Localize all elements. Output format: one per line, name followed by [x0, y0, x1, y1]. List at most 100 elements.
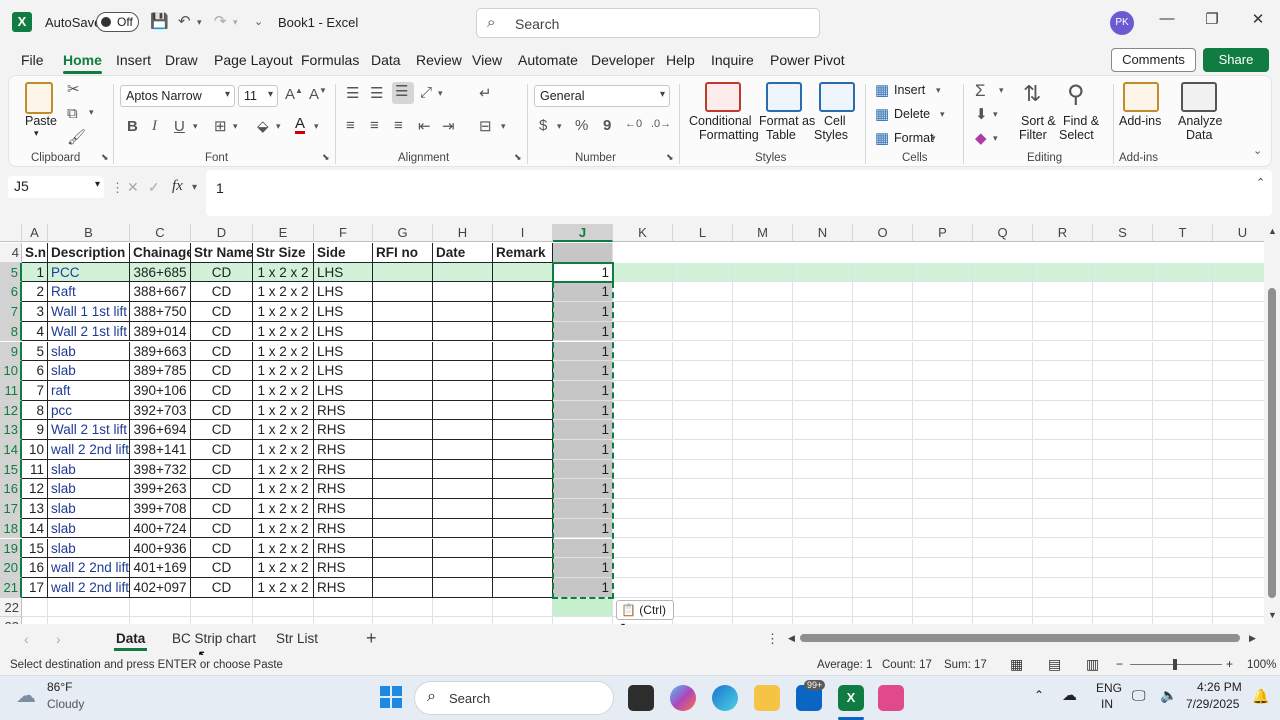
grid-cell[interactable]: [793, 321, 853, 342]
tab-page-layout[interactable]: Page Layout: [214, 52, 293, 68]
zoom-out-icon[interactable]: −: [1116, 657, 1123, 671]
grid-cell[interactable]: [613, 440, 673, 460]
table-cell[interactable]: [493, 518, 553, 539]
table-cell[interactable]: [433, 558, 493, 578]
grid-cell[interactable]: [1153, 282, 1213, 303]
grid-cell[interactable]: [733, 617, 793, 624]
table-cell[interactable]: [373, 577, 433, 598]
horizontal-scroll-thumb[interactable]: [800, 634, 1240, 642]
zoom-level[interactable]: 100%: [1247, 659, 1276, 671]
percent-icon[interactable]: %: [575, 117, 588, 134]
grid-cell[interactable]: [673, 341, 733, 362]
grid-cell[interactable]: [973, 262, 1033, 283]
table-cell[interactable]: 5: [22, 341, 48, 362]
table-cell[interactable]: CD: [191, 341, 253, 362]
grid-cell[interactable]: [853, 420, 913, 440]
display-icon[interactable]: 🖵: [1132, 687, 1146, 704]
table-header-cell[interactable]: Description: [48, 243, 130, 263]
table-cell[interactable]: 1 x 2 x 2: [253, 341, 314, 362]
row-header[interactable]: 19: [0, 538, 22, 559]
grid-cell[interactable]: [793, 380, 853, 401]
table-cell[interactable]: Wall 1 1st lift: [48, 302, 130, 322]
grid-cell[interactable]: [673, 380, 733, 401]
grid-cell[interactable]: [733, 538, 793, 559]
grid-cell[interactable]: [1093, 341, 1153, 362]
grid-cell[interactable]: [613, 420, 673, 440]
grid-cell[interactable]: [853, 499, 913, 519]
grid-cell[interactable]: [913, 479, 973, 500]
grid-cell[interactable]: [1153, 262, 1213, 283]
table-cell[interactable]: 398+141: [130, 440, 191, 460]
clear-dropdown-icon[interactable]: ▾: [993, 133, 998, 144]
grid-cell[interactable]: [973, 577, 1033, 598]
table-cell[interactable]: CD: [191, 479, 253, 500]
grid-cell[interactable]: [733, 499, 793, 519]
grid-cell[interactable]: [1213, 361, 1264, 381]
status-sum[interactable]: Sum: 17: [944, 659, 987, 671]
table-cell[interactable]: 1 x 2 x 2: [253, 499, 314, 519]
grid-cell[interactable]: [493, 597, 553, 618]
grid-cell[interactable]: [973, 558, 1033, 578]
grid-cell[interactable]: [973, 538, 1033, 559]
grid-cell[interactable]: [733, 518, 793, 539]
table-cell[interactable]: 399+263: [130, 479, 191, 500]
table-cell[interactable]: [373, 518, 433, 539]
table-cell[interactable]: [433, 459, 493, 480]
grid-cell[interactable]: [1033, 341, 1093, 362]
grid-cell[interactable]: [913, 577, 973, 598]
grid-cell[interactable]: [913, 420, 973, 440]
align-left-icon[interactable]: ≡: [346, 117, 355, 134]
grid-cell[interactable]: [613, 400, 673, 421]
table-cell[interactable]: [373, 558, 433, 578]
grid-cell[interactable]: [853, 577, 913, 598]
analyze-data-icon[interactable]: [1181, 82, 1217, 112]
grid-cell[interactable]: [733, 558, 793, 578]
grid-cell[interactable]: [793, 538, 853, 559]
grid-cell[interactable]: [22, 597, 48, 618]
grid-cell[interactable]: [913, 302, 973, 322]
grid-cell[interactable]: [314, 617, 373, 624]
table-cell[interactable]: [373, 400, 433, 421]
merge-center-icon[interactable]: ⊟: [479, 117, 492, 135]
grid-cell[interactable]: [913, 282, 973, 303]
table-cell[interactable]: [433, 420, 493, 440]
table-cell[interactable]: 4: [22, 321, 48, 342]
table-cell[interactable]: CD: [191, 538, 253, 559]
row-header[interactable]: 5: [0, 262, 22, 283]
selected-cell-j[interactable]: 1: [553, 282, 613, 303]
grid-cell[interactable]: [1153, 617, 1213, 624]
clipboard-launcher-icon[interactable]: ⬊: [101, 152, 109, 163]
grid-cell[interactable]: [1033, 321, 1093, 342]
grid-cell[interactable]: [1213, 558, 1264, 578]
table-cell[interactable]: 1 x 2 x 2: [253, 538, 314, 559]
row-header[interactable]: 9: [0, 341, 22, 362]
table-cell[interactable]: RHS: [314, 499, 373, 519]
table-cell[interactable]: [433, 440, 493, 460]
grid-cell[interactable]: [613, 341, 673, 362]
paste-dropdown-icon[interactable]: ▾: [34, 128, 39, 139]
grid-cell[interactable]: [973, 420, 1033, 440]
grid-cell[interactable]: [853, 302, 913, 322]
grid-cell[interactable]: [793, 420, 853, 440]
font-color-icon[interactable]: A: [295, 116, 306, 134]
grid-cell[interactable]: [1093, 420, 1153, 440]
fill-color-icon[interactable]: ⬙: [257, 117, 269, 135]
grid-cell[interactable]: [191, 617, 253, 624]
merge-dropdown-icon[interactable]: ▾: [501, 121, 506, 132]
sheet-tab-str-list[interactable]: Str List: [276, 631, 318, 646]
table-cell[interactable]: [493, 341, 553, 362]
grid-cell[interactable]: [48, 597, 130, 618]
grid-cell[interactable]: [613, 538, 673, 559]
table-header-cell[interactable]: Str Size: [253, 243, 314, 263]
grid-cell[interactable]: [1033, 518, 1093, 539]
table-cell[interactable]: [493, 479, 553, 500]
tab-formulas[interactable]: Formulas: [301, 52, 359, 68]
font-launcher-icon[interactable]: ⬊: [322, 152, 330, 163]
grid-cell[interactable]: [553, 617, 613, 624]
format-as-table-icon[interactable]: [766, 82, 802, 112]
clear-icon[interactable]: ◆: [975, 129, 987, 147]
grid-cell[interactable]: [913, 321, 973, 342]
grid-cell[interactable]: [253, 617, 314, 624]
table-cell[interactable]: [433, 361, 493, 381]
sheet-tab-data[interactable]: Data: [113, 631, 148, 651]
